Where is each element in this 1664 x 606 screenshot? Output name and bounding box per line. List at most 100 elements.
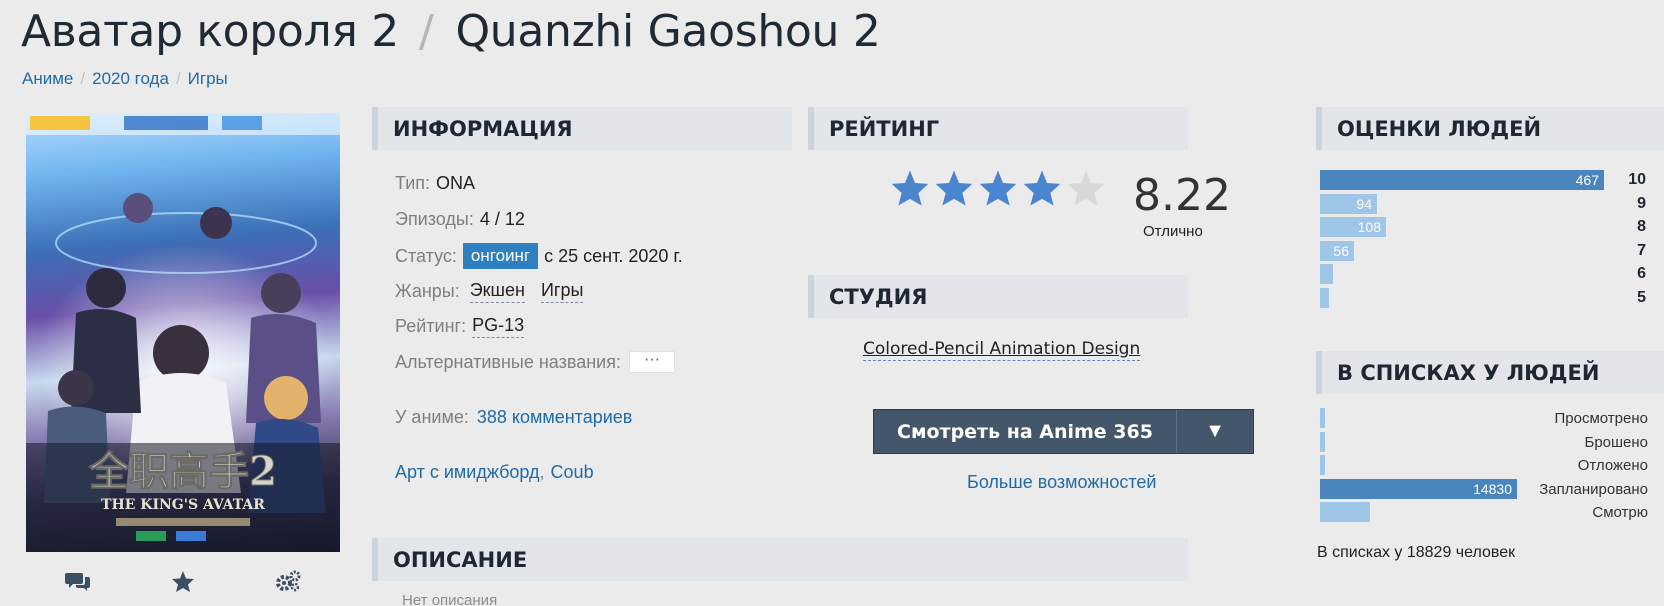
alt-names-button[interactable]: ··· — [628, 351, 675, 373]
genre-action-link[interactable]: Экшен — [469, 280, 525, 303]
genre-games-link[interactable]: Игры — [540, 280, 584, 303]
score-bar-row — [1320, 264, 1333, 284]
rating-star-icon — [935, 170, 973, 206]
score-bar-value: 56 — [1333, 242, 1349, 259]
list-label: Брошено — [1584, 433, 1648, 451]
stars-container — [890, 168, 1106, 208]
score-bar-row: 467 — [1320, 170, 1604, 190]
rating-stars — [890, 168, 1106, 208]
section-header-scores: ОЦЕНКИ ЛЮДЕЙ — [1316, 107, 1664, 150]
info-status-row: Статус: онгоинг с 25 сент. 2020 г. — [395, 243, 683, 269]
breadcrumb-anime[interactable]: Аниме — [22, 69, 73, 89]
info-status-label: Статус: — [395, 245, 457, 266]
score-bar-value: 467 — [1575, 172, 1599, 188]
title-russian: Аватар короля 2 — [21, 6, 399, 57]
score-bar-value: 108 — [1357, 219, 1381, 235]
info-episodes-row: Эпизоды: 4 / 12 — [395, 209, 525, 230]
more-options-link[interactable]: Больше возможностей — [967, 472, 1156, 493]
info-comments-row: У аниме: 388 комментариев — [395, 407, 632, 428]
poster-image[interactable]: 全职高手2 THE KING'S AVATAR — [26, 113, 340, 552]
list-label: Смотрю — [1592, 504, 1648, 521]
description-text: Нет описания — [402, 592, 498, 606]
list-label: Просмотрено — [1554, 410, 1648, 427]
breadcrumb-separator: / — [80, 69, 86, 88]
rating-star-icon — [979, 170, 1017, 206]
breadcrumb-genre[interactable]: Игры — [188, 69, 228, 89]
watch-button[interactable]: Смотреть на Anime 365 — [874, 410, 1177, 453]
list-bar — [1320, 408, 1325, 428]
list-bar-row: 14830 — [1320, 478, 1517, 499]
score-bar-row — [1320, 287, 1329, 308]
score-label: 8 — [1637, 218, 1646, 235]
score-label: 10 — [1628, 171, 1646, 188]
info-type-value: ONA — [436, 173, 476, 193]
poster-logo-text: 全职高手2 — [88, 448, 277, 495]
title-original: Quanzhi Gaoshou 2 — [455, 6, 881, 57]
score-label: 6 — [1637, 265, 1646, 282]
section-header-lists: В СПИСКАХ У ЛЮДЕЙ — [1316, 351, 1664, 394]
coub-link[interactable]: Coub — [551, 462, 594, 483]
comments-link[interactable]: 388 комментариев — [477, 407, 633, 428]
score-bar: 56 — [1320, 240, 1354, 261]
watch-dropdown-button[interactable]: ▼ — [1177, 410, 1253, 453]
rating-star-icon — [891, 170, 929, 206]
list-bar-row — [1320, 502, 1370, 522]
list-bar — [1320, 431, 1325, 452]
score-bar: 108 — [1320, 217, 1386, 237]
rating-star-icon — [1067, 170, 1105, 206]
rating-word: Отлично — [1143, 223, 1203, 240]
info-type-label: Тип: — [395, 173, 431, 193]
info-comments-label: У аниме: — [395, 407, 469, 427]
info-episodes-value: 4 / 12 — [479, 209, 525, 229]
score-bar-row: 108 — [1320, 217, 1386, 237]
info-rating-value[interactable]: PG-13 — [472, 315, 525, 338]
section-header-info: ИНФОРМАЦИЯ — [372, 107, 792, 150]
score-label: 9 — [1637, 194, 1646, 212]
info-genres-label: Жанры: — [395, 281, 460, 301]
poster-actions — [26, 566, 340, 596]
list-bar-row — [1320, 408, 1325, 428]
score-bar-row: 56 — [1320, 240, 1354, 261]
links-separator: , — [539, 462, 545, 482]
section-header-studio: СТУДИЯ — [808, 275, 1188, 318]
studio-link[interactable]: Colored-Pencil Animation Design — [863, 339, 1141, 361]
info-extra-links-row: Арт с имиджборд , Coub — [395, 462, 594, 483]
list-label: Отложено — [1577, 457, 1648, 474]
info-rating-label: Рейтинг: — [395, 316, 467, 336]
score-label: 5 — [1637, 288, 1646, 306]
list-label: Запланировано — [1539, 480, 1648, 498]
breadcrumb: Аниме / 2020 года / Игры — [22, 69, 228, 89]
watch-button-group: Смотреть на Anime 365 ▼ — [873, 409, 1254, 454]
info-episodes-label: Эпизоды: — [395, 209, 474, 229]
info-alt-names-label: Альтернативные названия: — [395, 351, 621, 372]
list-bar-row — [1320, 455, 1325, 475]
title-separator: / — [418, 6, 434, 57]
info-alt-names-row: Альтернативные названия: ··· — [395, 351, 675, 373]
rating-score: 8.22 — [1133, 170, 1231, 221]
list-bar-row — [1320, 431, 1325, 452]
info-status-date: с 25 сент. 2020 г. — [544, 245, 683, 266]
list-bar: 14830 — [1320, 478, 1517, 499]
list-bar — [1320, 502, 1370, 522]
breadcrumb-year[interactable]: 2020 года — [92, 69, 169, 89]
score-bar: 467 — [1320, 170, 1604, 190]
score-bar — [1320, 287, 1329, 308]
comments-icon[interactable] — [58, 566, 98, 596]
info-rating-row: Рейтинг: PG-13 — [395, 315, 525, 338]
star-icon[interactable] — [163, 566, 203, 596]
rating-star-icon — [1023, 170, 1061, 206]
section-header-description: ОПИСАНИЕ — [372, 538, 1188, 581]
lists-total: В списках у 18829 человек — [1317, 544, 1516, 561]
poster-artwork: 全职高手2 THE KING'S AVATAR — [26, 113, 340, 552]
breadcrumb-separator: / — [175, 69, 181, 88]
gears-icon[interactable] — [268, 566, 308, 596]
score-bar-value: 94 — [1356, 195, 1372, 212]
score-bar — [1320, 264, 1333, 284]
score-bar: 94 — [1320, 193, 1377, 214]
page-title: Аватар короля 2 / Quanzhi Gaoshou 2 — [21, 6, 881, 57]
info-type-row: Тип: ONA — [395, 173, 475, 194]
info-genres-row: Жанры: Экшен Игры — [395, 280, 584, 303]
imageboard-art-link[interactable]: Арт с имиджборд — [395, 462, 540, 483]
score-label: 7 — [1637, 241, 1646, 259]
section-header-rating: РЕЙТИНГ — [808, 107, 1188, 150]
